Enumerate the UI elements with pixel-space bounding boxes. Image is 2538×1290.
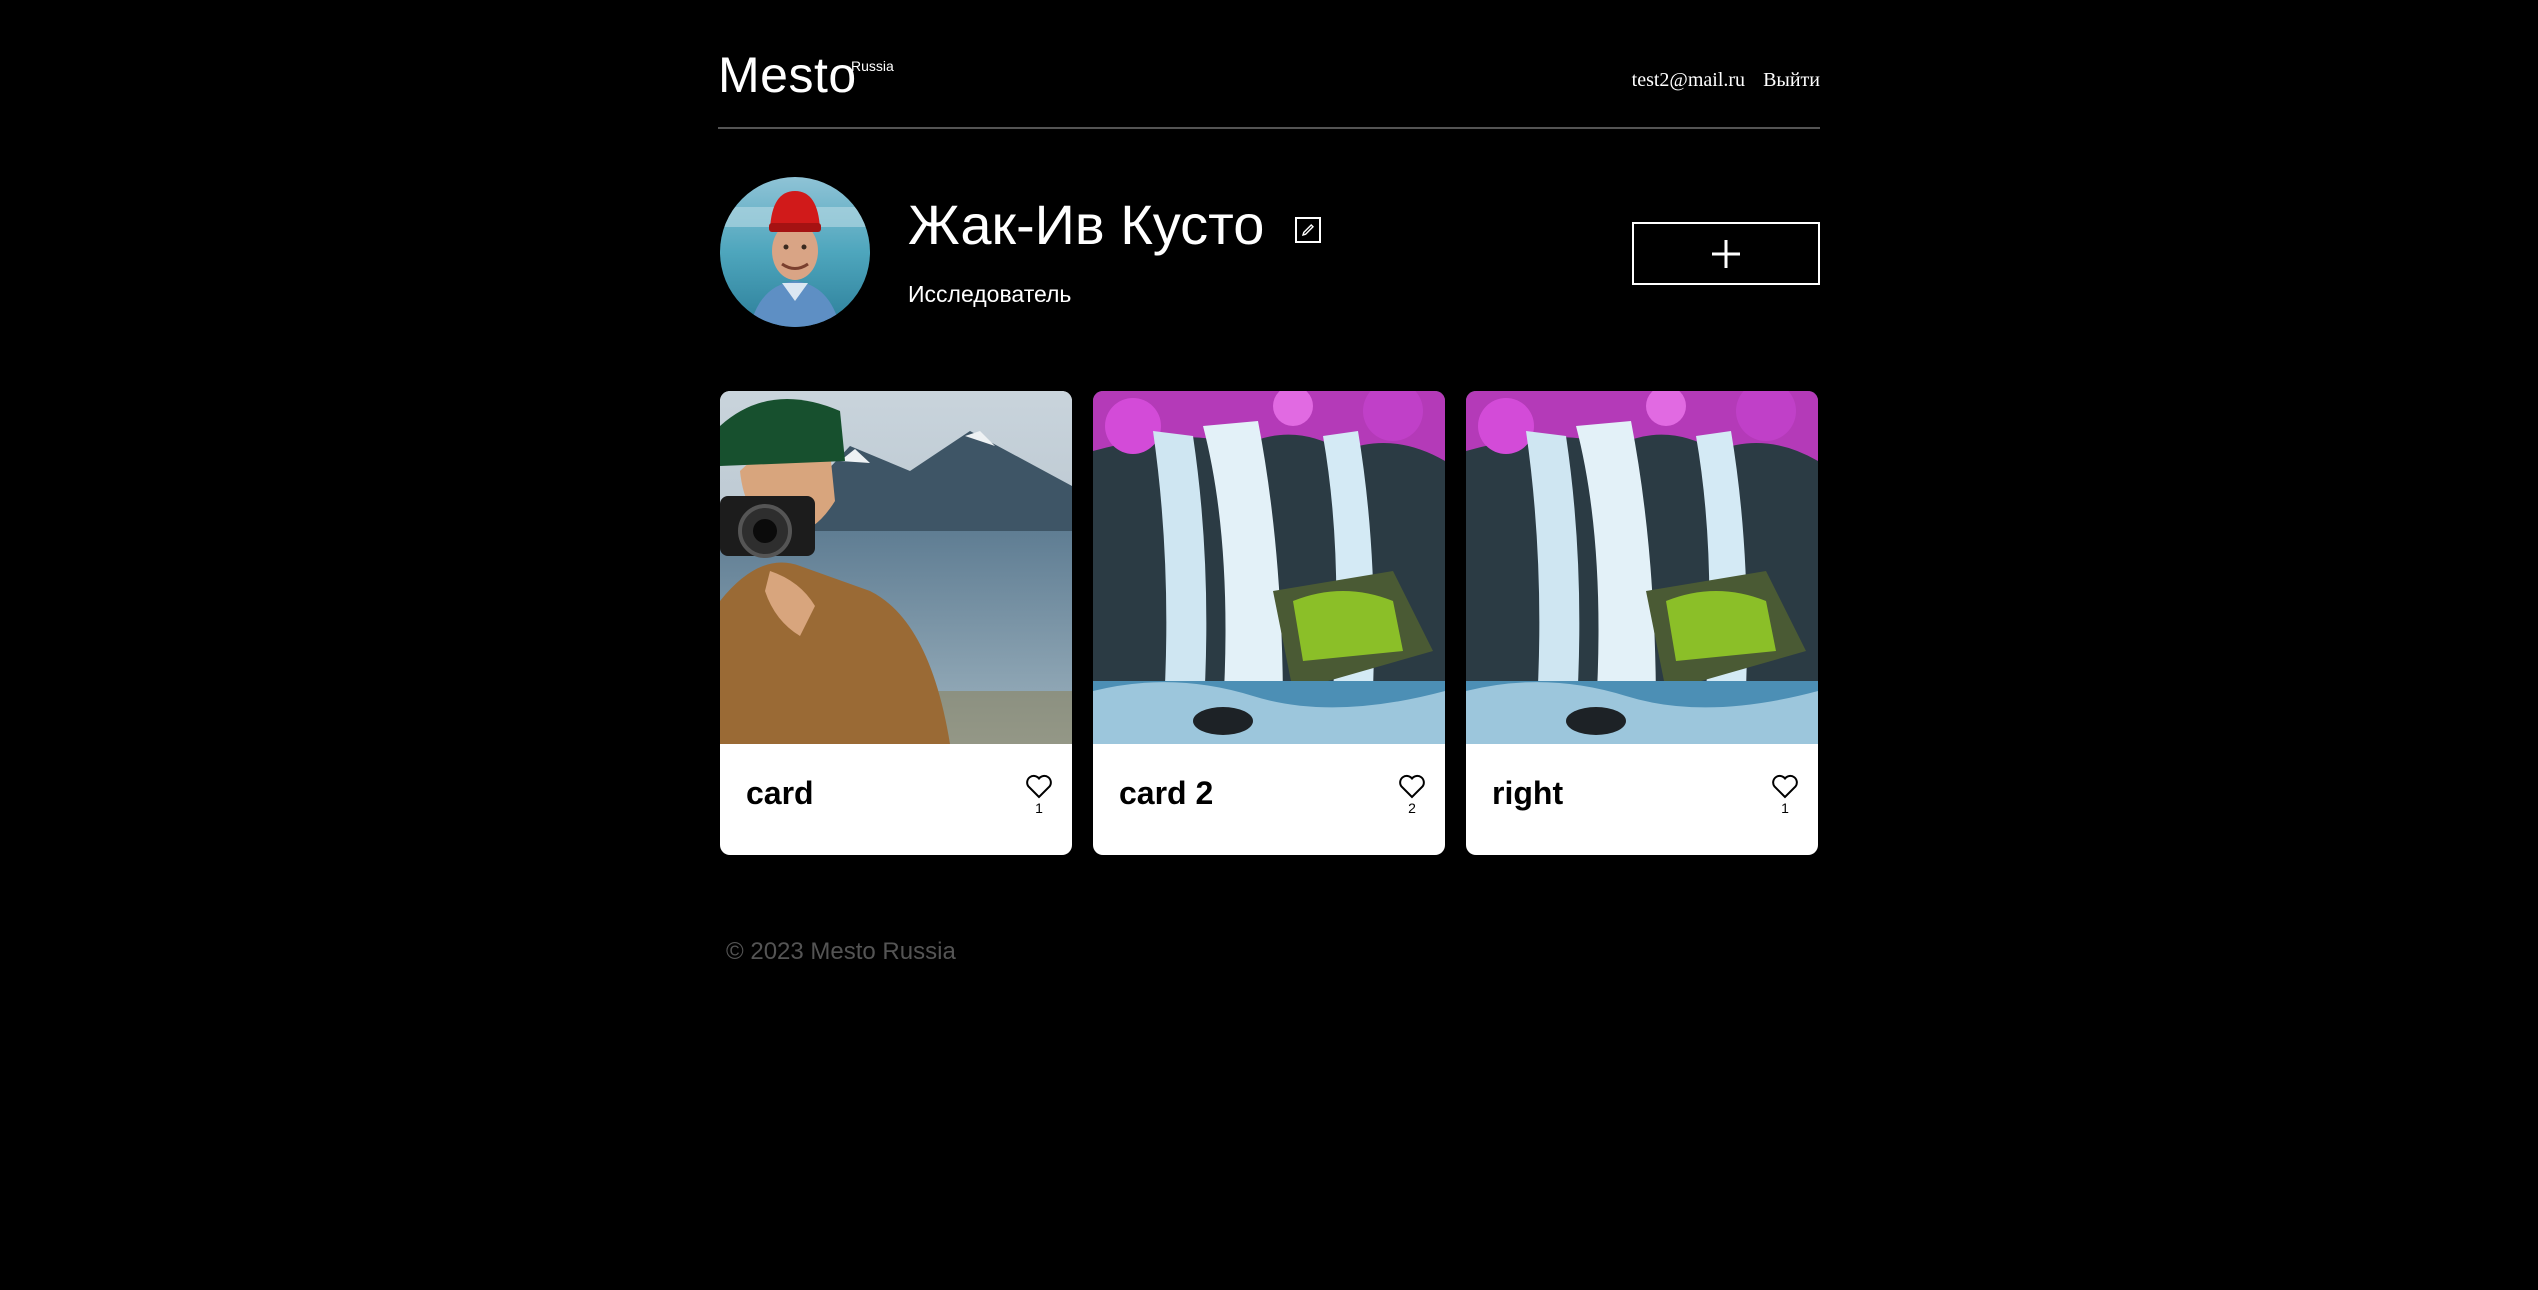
card: right 1 xyxy=(1466,391,1818,855)
cards-grid: card 1 card 2 2 right 1 xyxy=(720,391,1820,855)
card: card 1 xyxy=(720,391,1072,855)
heart-icon xyxy=(1772,774,1798,799)
profile-about: Исследователь xyxy=(908,281,1072,307)
header: Mesto Russia test2@mail.ru Выйти xyxy=(718,0,1820,129)
heart-icon xyxy=(1399,774,1425,799)
profile-name: Жак-Ив Кусто xyxy=(908,193,1265,256)
like-button[interactable]: 1 xyxy=(1024,774,1054,816)
heart-icon xyxy=(1026,774,1052,799)
add-card-button[interactable] xyxy=(1632,222,1820,285)
plus-icon xyxy=(1712,239,1740,268)
like-button[interactable]: 2 xyxy=(1397,774,1427,816)
like-count: 1 xyxy=(1035,800,1043,816)
logo[interactable]: Mesto xyxy=(718,50,857,100)
like-button[interactable]: 1 xyxy=(1770,774,1800,816)
card-title: card 2 xyxy=(1119,775,1214,811)
footer-copyright: © 2023 Mesto Russia xyxy=(726,938,956,965)
card-image[interactable] xyxy=(720,391,1072,744)
card: card 2 2 xyxy=(1093,391,1445,855)
card-title: card xyxy=(746,775,814,811)
card-image[interactable] xyxy=(1466,391,1818,744)
card-image[interactable] xyxy=(1093,391,1445,744)
logout-link[interactable]: Выйти xyxy=(1763,69,1820,92)
user-email: test2@mail.ru xyxy=(1631,69,1746,91)
profile: Жак-Ив Кусто Исследователь xyxy=(718,177,1820,329)
header-user-menu: test2@mail.ru Выйти xyxy=(1632,69,1820,92)
page: Mesto Russia test2@mail.ru Выйти Жак-Ив … xyxy=(718,0,1820,965)
avatar[interactable] xyxy=(720,177,870,327)
card-title: right xyxy=(1492,775,1564,811)
pencil-icon xyxy=(1301,224,1314,237)
logo-subtitle: Russia xyxy=(851,58,894,74)
edit-profile-button[interactable] xyxy=(1295,217,1321,243)
like-count: 1 xyxy=(1781,800,1789,816)
like-count: 2 xyxy=(1408,800,1416,816)
